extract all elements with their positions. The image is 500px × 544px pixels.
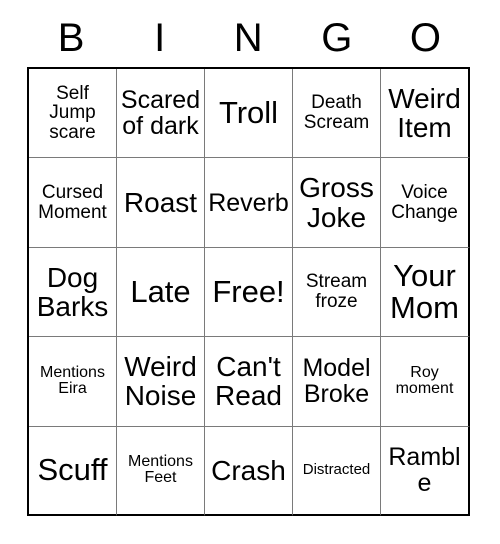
bingo-grid: Self Jump scare Scared of dark Troll Dea… <box>27 67 470 516</box>
bingo-cell-label: Reverb <box>208 188 289 217</box>
bingo-header: B I N G O <box>27 0 470 67</box>
bingo-card: B I N G O Self Jump scare Scared of dark… <box>27 0 470 516</box>
bingo-cell-label: Death Scream <box>303 92 370 134</box>
bingo-cell-label: Gross Joke <box>299 172 374 233</box>
bingo-cell[interactable]: Troll <box>205 69 293 159</box>
bingo-cell[interactable]: Stream froze <box>293 247 381 338</box>
bingo-cell[interactable]: Crash <box>205 426 293 516</box>
bingo-cell[interactable]: Gross Joke <box>293 158 381 248</box>
header-letter-o: O <box>409 16 442 60</box>
bingo-cell[interactable]: Ramble <box>381 426 470 516</box>
bingo-cell-label: Roy moment <box>395 363 454 398</box>
bingo-cell[interactable]: Scared of dark <box>117 69 205 159</box>
bingo-cell[interactable]: Late <box>117 247 205 338</box>
bingo-cell[interactable]: Can't Read <box>205 337 293 427</box>
bingo-cell[interactable]: Scuff <box>29 426 117 516</box>
bingo-cell-label: Crash <box>211 454 286 486</box>
bingo-cell-label: Can't Read <box>215 351 282 412</box>
bingo-cell[interactable]: Distracted <box>293 426 381 516</box>
bingo-cell-label: Mentions Eira <box>40 363 105 398</box>
bingo-row: Self Jump scare Scared of dark Troll Dea… <box>29 69 470 159</box>
bingo-cell[interactable]: Cursed Moment <box>29 158 117 248</box>
bingo-row: Cursed Moment Roast Reverb Gross Joke Vo… <box>29 158 470 248</box>
bingo-cell-label: Dog Barks <box>36 261 109 322</box>
bingo-cell-label: Model Broke <box>302 354 371 409</box>
bingo-cell[interactable]: Dog Barks <box>29 247 117 338</box>
bingo-cell[interactable]: Death Scream <box>293 69 381 159</box>
bingo-cell-label: Self Jump scare <box>49 82 96 144</box>
bingo-cell-label: Late <box>130 273 191 309</box>
bingo-cell[interactable]: Model Broke <box>293 337 381 427</box>
bingo-cell[interactable]: Your Mom <box>381 247 470 338</box>
bingo-cell-label: Scared of dark <box>120 86 201 141</box>
bingo-cell[interactable]: Roy moment <box>381 337 470 427</box>
bingo-cell-label: Cursed Moment <box>38 181 107 223</box>
bingo-cell-label: Mentions Feet <box>128 452 193 487</box>
header-letter-g: G <box>321 16 353 60</box>
bingo-cell-label: Roast <box>123 187 198 219</box>
bingo-row: Dog Barks Late Free! Stream froze Your M… <box>29 247 470 338</box>
bingo-cell-free[interactable]: Free! <box>205 247 293 338</box>
bingo-cell-label: Troll <box>218 95 279 131</box>
bingo-cell-label: Your Mom <box>390 257 459 325</box>
bingo-row: Scuff Mentions Feet Crash Distracted Ram… <box>29 426 470 516</box>
header-letter-n: N <box>233 16 264 60</box>
bingo-cell-label: Weird Item <box>388 83 461 144</box>
bingo-cell-label: Ramble <box>388 443 461 498</box>
bingo-cell[interactable]: Self Jump scare <box>29 69 117 159</box>
bingo-row: Mentions Eira Weird Noise Can't Read Mod… <box>29 337 470 427</box>
header-letter-i: I <box>154 16 166 60</box>
header-letter-b: B <box>57 16 85 60</box>
bingo-cell[interactable]: Weird Noise <box>117 337 205 427</box>
bingo-cell[interactable]: Weird Item <box>381 69 470 159</box>
bingo-cell-label: Free! <box>212 273 285 309</box>
bingo-cell-label: Voice Change <box>391 181 458 223</box>
bingo-cell-label: Weird Noise <box>124 351 197 412</box>
bingo-cell-label: Scuff <box>37 452 108 488</box>
bingo-cell[interactable]: Mentions Feet <box>117 426 205 516</box>
bingo-cell[interactable]: Mentions Eira <box>29 337 117 427</box>
bingo-cell[interactable]: Reverb <box>205 158 293 248</box>
bingo-cell-label: Stream froze <box>305 271 368 312</box>
bingo-cell[interactable]: Voice Change <box>381 158 470 248</box>
bingo-cell-label: Distracted <box>302 461 371 479</box>
bingo-cell[interactable]: Roast <box>117 158 205 248</box>
